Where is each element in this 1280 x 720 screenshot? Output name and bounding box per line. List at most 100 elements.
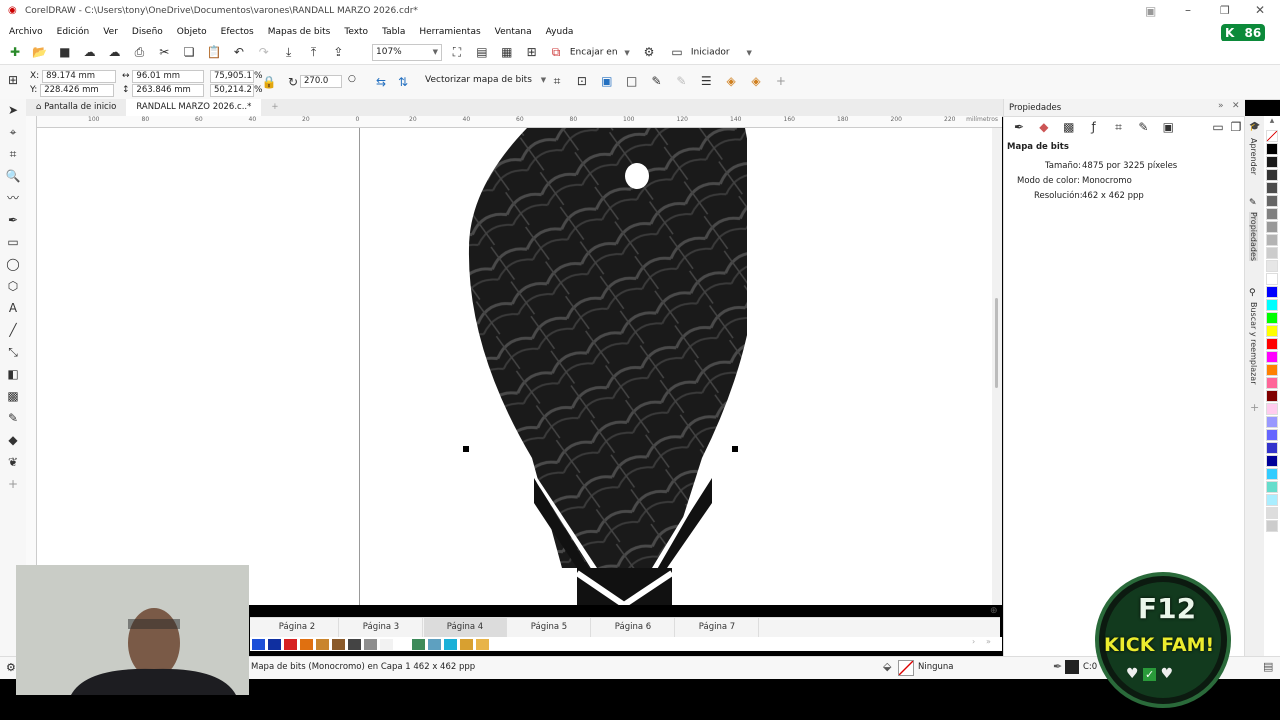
- page-tab-4[interactable]: Página 4: [424, 618, 507, 637]
- menu-texto[interactable]: Texto: [337, 24, 375, 41]
- shadow-tool-icon[interactable]: ◧: [0, 363, 26, 385]
- grid-icon[interactable]: ▦: [499, 44, 515, 60]
- color-swatch[interactable]: [1266, 286, 1278, 298]
- tab-propiedades[interactable]: Propiedades: [1249, 212, 1258, 262]
- add-icon[interactable]: +: [773, 73, 789, 89]
- color-swatch[interactable]: [396, 639, 409, 650]
- new-document-icon[interactable]: ✚: [7, 44, 23, 60]
- color-swatch[interactable]: [1266, 221, 1278, 233]
- artistic-media-icon[interactable]: ✒: [0, 209, 26, 231]
- lock-ratio-icon[interactable]: 🔒: [261, 74, 277, 90]
- guidelines-icon[interactable]: ⊞: [524, 44, 540, 60]
- bitmap-artwork[interactable]: [457, 128, 747, 605]
- bounding-box-icon[interactable]: □: [624, 73, 640, 89]
- color-swatch[interactable]: [348, 639, 361, 650]
- vertical-scrollbar[interactable]: [992, 128, 1002, 605]
- text-wrap-icon[interactable]: ☰: [698, 73, 714, 89]
- color-swatch[interactable]: [1266, 234, 1278, 246]
- color-swatch[interactable]: [1266, 156, 1278, 168]
- color-swatch[interactable]: [1266, 169, 1278, 181]
- scale-x-input[interactable]: 75,905.1: [210, 70, 254, 83]
- color-swatch[interactable]: [1266, 403, 1278, 415]
- color-swatch[interactable]: [1266, 520, 1278, 532]
- settings-gear-icon[interactable]: ⚙: [641, 44, 657, 60]
- shape-tool-icon[interactable]: ⌖: [0, 121, 26, 143]
- menu-diseno[interactable]: Diseño: [125, 24, 170, 41]
- palette-up-icon[interactable]: ▴: [1264, 116, 1280, 130]
- palette-scroll-arrow-icon[interactable]: ›: [972, 637, 975, 646]
- fill-icon[interactable]: ◆: [1036, 119, 1052, 135]
- horizontal-ruler[interactable]: 100 80 60 40 20 0 20 40 60 80 100 120 140 160 180 200 22…: [36, 116, 1002, 128]
- undo-icon[interactable]: ↶: [231, 44, 247, 60]
- maximize-button[interactable]: ❐: [1220, 4, 1230, 17]
- cut-icon[interactable]: ✂: [156, 44, 172, 60]
- color-swatch[interactable]: [1266, 195, 1278, 207]
- color-swatch[interactable]: [1266, 312, 1278, 324]
- menu-ayuda[interactable]: Ayuda: [539, 24, 581, 41]
- color-swatch[interactable]: [1266, 494, 1278, 506]
- color-swatch[interactable]: [1266, 143, 1278, 155]
- crop-icon[interactable]: ⌗: [1111, 119, 1127, 135]
- open-folder-icon[interactable]: 📂: [32, 44, 48, 60]
- close-button[interactable]: ✕: [1255, 3, 1265, 17]
- page-icon[interactable]: ❐: [1228, 119, 1244, 135]
- page-tab-3[interactable]: Página 3: [340, 618, 423, 637]
- color-swatch[interactable]: [428, 639, 441, 650]
- color-swatch[interactable]: [1266, 247, 1278, 259]
- color-swatch[interactable]: [1266, 325, 1278, 337]
- save-icon[interactable]: ■: [57, 44, 73, 60]
- color-swatch[interactable]: [1266, 442, 1278, 454]
- smart-fill-icon[interactable]: ❦: [0, 451, 26, 473]
- color-swatch[interactable]: [364, 639, 377, 650]
- brush-icon[interactable]: ✎: [1135, 119, 1151, 135]
- scroll-thumb[interactable]: [995, 298, 998, 388]
- redo-icon[interactable]: ↷: [256, 44, 272, 60]
- color-swatch[interactable]: [1266, 182, 1278, 194]
- fill-none-swatch[interactable]: [898, 660, 914, 676]
- status-options-icon[interactable]: ▤: [1263, 660, 1273, 673]
- color-swatch[interactable]: [476, 639, 489, 650]
- selection-handle[interactable]: [463, 446, 469, 452]
- color-swatch[interactable]: [268, 639, 281, 650]
- color-swatch[interactable]: [332, 639, 345, 650]
- color-swatch[interactable]: [460, 639, 473, 650]
- color-swatch[interactable]: [284, 639, 297, 650]
- color-swatch[interactable]: [1266, 507, 1278, 519]
- color-swatch[interactable]: [1266, 377, 1278, 389]
- no-color-swatch[interactable]: [1266, 130, 1278, 142]
- restore-layout-icon[interactable]: ▣: [1145, 4, 1156, 18]
- resample-icon[interactable]: ⊡: [574, 73, 590, 89]
- rectangle-tool-icon[interactable]: ▭: [0, 231, 26, 253]
- transparency-icon[interactable]: ▩: [1061, 119, 1077, 135]
- x-position-input[interactable]: 89.174 mm: [42, 70, 117, 83]
- freehand-tool-icon[interactable]: 〰: [0, 187, 26, 209]
- color-swatch[interactable]: [1266, 338, 1278, 350]
- color-swatch[interactable]: [1266, 208, 1278, 220]
- menu-edicion[interactable]: Edición: [50, 24, 97, 41]
- page-tab-7[interactable]: Página 7: [676, 618, 759, 637]
- object-origin-icon[interactable]: ⊞: [5, 72, 21, 88]
- color-swatch[interactable]: [412, 639, 425, 650]
- trace-bitmap-dropdown[interactable]: Vectorizar mapa de bits ▼: [425, 75, 546, 85]
- color-swatch[interactable]: [380, 639, 393, 650]
- tab-buscar-reemplazar[interactable]: Buscar y reemplazar: [1249, 302, 1258, 384]
- full-screen-icon[interactable]: ⛶: [449, 44, 465, 60]
- to-front-icon[interactable]: ◈: [723, 73, 739, 89]
- color-swatch[interactable]: [252, 639, 265, 650]
- print-icon[interactable]: ⎙: [131, 44, 147, 60]
- polygon-tool-icon[interactable]: ⬡: [0, 275, 26, 297]
- zoom-select[interactable]: 107% ▼: [372, 44, 442, 61]
- color-swatch[interactable]: [316, 639, 329, 650]
- vertical-ruler[interactable]: [26, 116, 37, 606]
- color-swatch[interactable]: [1266, 364, 1278, 376]
- color-swatch[interactable]: [1266, 273, 1278, 285]
- color-swatch[interactable]: [1266, 299, 1278, 311]
- to-back-icon[interactable]: ◈: [748, 73, 764, 89]
- menu-archivo[interactable]: Archivo: [2, 24, 50, 41]
- effects-icon[interactable]: ƒ: [1086, 119, 1102, 135]
- menu-mapas-de-bits[interactable]: Mapas de bits: [261, 24, 338, 41]
- width-input[interactable]: 96.01 mm: [132, 70, 205, 83]
- export-icon[interactable]: ⤒: [306, 44, 322, 60]
- add-docker-icon[interactable]: +: [1250, 401, 1259, 414]
- workspace-dropdown[interactable]: ▭ Iniciador ▼: [666, 44, 752, 61]
